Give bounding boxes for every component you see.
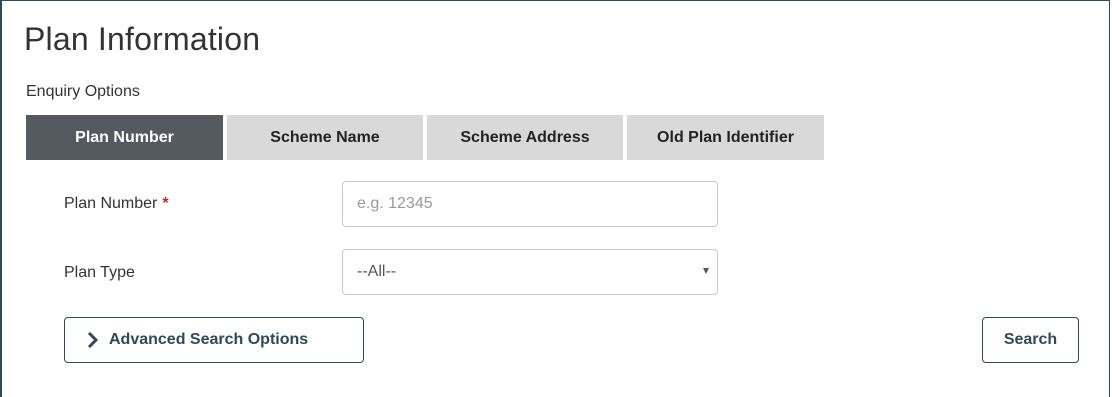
search-button-label: Search — [1003, 331, 1058, 348]
plan-number-input[interactable]: e.g. 12345 — [342, 181, 718, 227]
search-button[interactable]: Search — [982, 317, 1079, 363]
plan-type-selected-value: --All-- — [357, 263, 397, 280]
tab-scheme-address[interactable]: Scheme Address — [427, 115, 623, 160]
tab-plan-number[interactable]: Plan Number — [26, 115, 223, 160]
advanced-search-options-label: Advanced Search Options — [109, 331, 309, 348]
plan-number-placeholder: e.g. 12345 — [357, 195, 433, 212]
advanced-search-options-button[interactable]: Advanced Search Options — [64, 317, 364, 363]
enquiry-options-label: Enquiry Options — [26, 83, 140, 100]
plan-number-label: Plan Number * — [64, 195, 169, 213]
tab-scheme-name[interactable]: Scheme Name — [227, 115, 423, 160]
chevron-right-icon — [87, 332, 99, 348]
plan-information-panel: Plan Information Enquiry Options Plan Nu… — [0, 0, 1110, 397]
caret-down-icon — [703, 268, 709, 274]
page-title: Plan Information — [24, 21, 261, 57]
required-marker: * — [162, 195, 169, 212]
tab-old-plan-identifier[interactable]: Old Plan Identifier — [627, 115, 824, 160]
plan-type-label: Plan Type — [64, 264, 135, 281]
plan-type-select[interactable]: --All-- — [342, 249, 718, 295]
enquiry-tabs: Plan Number Scheme Name Scheme Address O… — [26, 115, 824, 160]
plan-number-label-text: Plan Number — [64, 195, 158, 212]
